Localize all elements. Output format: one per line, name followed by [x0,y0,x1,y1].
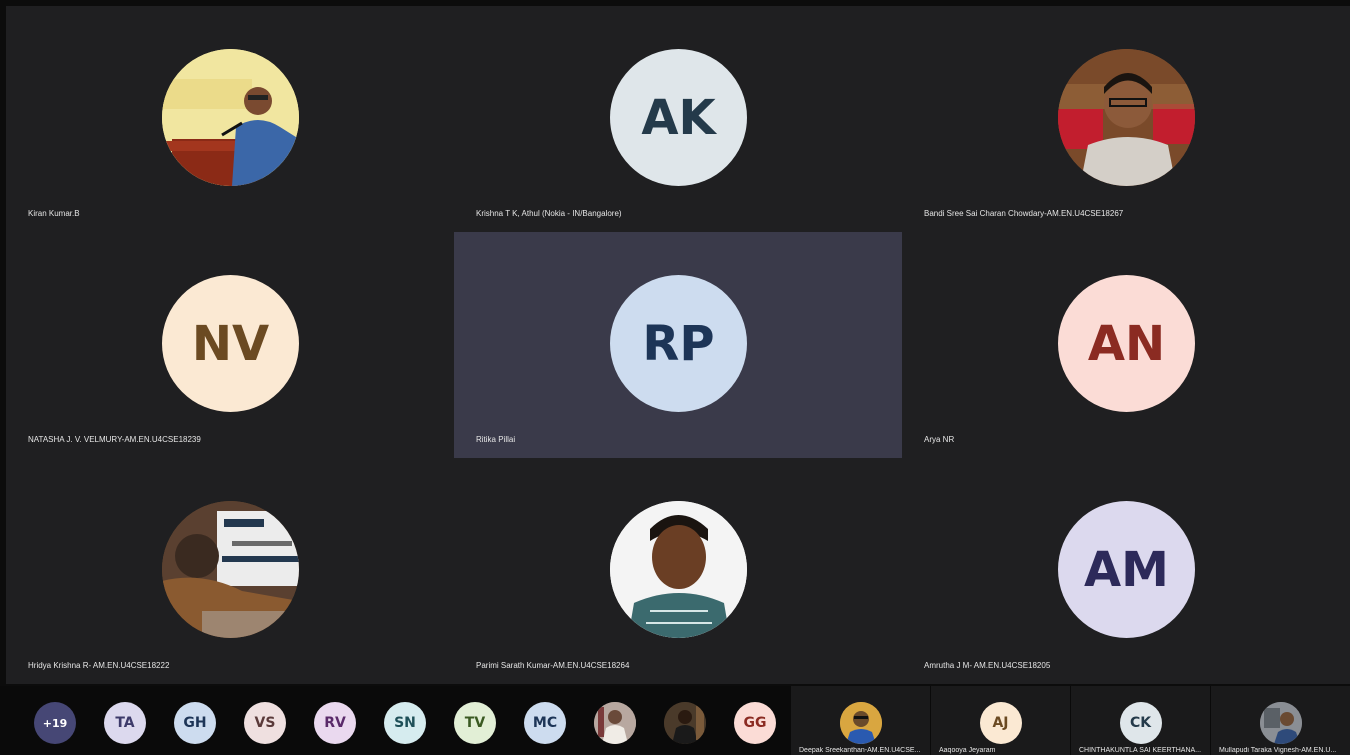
gallery-strip: Deepak Sreekanthan-AM.EN.U4CSE... AJ Aaq… [790,686,1350,755]
gallery-name: Deepak Sreekanthan-AM.EN.U4CSE... [799,747,921,754]
participant-strip: +19 TA GH VS RV SN TV MC GG Deepak Sreek… [0,686,1350,755]
participant-name: Bandi Sree Sai Charan Chowdary-AM.EN.U4C… [924,209,1124,218]
gallery-tile[interactable]: Mullapudi Taraka Vignesh-AM.EN.U... [1210,686,1350,755]
gallery-tile[interactable]: CK CHINTHAKUNTLA SAI KEERTHANA... [1070,686,1210,755]
portrait-photo-icon [1058,49,1195,186]
participant-tile[interactable]: Parimi Sarath Kumar-AM.EN.U4CSE18264 [454,458,902,684]
young-man-photo-icon [610,501,747,638]
roster-avatar[interactable]: TV [454,702,496,744]
roster-avatar[interactable]: GG [734,702,776,744]
more-participants-button[interactable]: +19 [34,702,76,744]
participant-tile-active-speaker[interactable]: RP Ritika Pillai [454,232,902,458]
roster-photo-icon [664,702,706,744]
participant-tile[interactable]: Kiran Kumar.B [6,6,454,232]
participant-tile[interactable]: AM Amrutha J M- AM.EN.U4CSE18205 [902,458,1350,684]
participant-name: Krishna T K, Athul (Nokia - IN/Bangalore… [476,209,622,218]
participant-name: Arya NR [924,435,955,444]
participant-name: Ritika Pillai [476,435,516,444]
gallery-tile[interactable]: AJ Aaqooya Jeyaram [930,686,1070,755]
participant-name: Amrutha J M- AM.EN.U4CSE18205 [924,661,1051,670]
roster-photo-avatar[interactable] [664,702,706,744]
participant-avatar: AM [1058,501,1195,638]
gallery-photo [1259,702,1302,744]
participant-avatar: NV [162,275,299,412]
gallery-photo-icon [839,702,882,744]
participant-tile[interactable]: Bandi Sree Sai Charan Chowdary-AM.EN.U4C… [902,6,1350,232]
participant-photo [162,501,299,638]
participant-avatar: RP [610,275,747,412]
participant-photo [162,49,299,186]
roster-avatar[interactable]: GH [174,702,216,744]
roster-avatar[interactable]: TA [104,702,146,744]
participant-name: Kiran Kumar.B [28,209,80,218]
participant-avatar: AN [1058,275,1195,412]
gallery-name: Mullapudi Taraka Vignesh-AM.EN.U... [1219,747,1337,754]
roster-avatar[interactable]: MC [524,702,566,744]
roster-photo-icon [594,702,636,744]
participant-tile[interactable]: NV NATASHA J. V. VELMURY-AM.EN.U4CSE1823… [6,232,454,458]
roster-photo-avatar[interactable] [594,702,636,744]
participant-name: Hridya Krishna R- AM.EN.U4CSE18222 [28,661,170,670]
participant-tile[interactable]: AK Krishna T K, Athul (Nokia - IN/Bangal… [454,6,902,232]
participant-tile[interactable]: AN Arya NR [902,232,1350,458]
participant-photo [610,501,747,638]
participant-grid: Kiran Kumar.B AK Krishna T K, Athul (Nok… [6,6,1350,684]
participant-photo [1058,49,1195,186]
gallery-avatar: CK [1119,702,1162,744]
participant-name: NATASHA J. V. VELMURY-AM.EN.U4CSE18239 [28,435,201,444]
roster-avatar[interactable]: RV [314,702,356,744]
gallery-avatar: AJ [979,702,1022,744]
roster-avatar[interactable]: SN [384,702,426,744]
participant-tile[interactable]: Hridya Krishna R- AM.EN.U4CSE18222 [6,458,454,684]
video-stage: Kiran Kumar.B AK Krishna T K, Athul (Nok… [0,0,1350,686]
speaker-photo-icon [162,49,299,186]
overflow-roster: +19 TA GH VS RV SN TV MC GG [0,686,790,755]
gallery-name: Aaqooya Jeyaram [939,747,996,754]
participant-name: Parimi Sarath Kumar-AM.EN.U4CSE18264 [476,661,630,670]
gallery-photo-icon [1259,702,1302,744]
banner-photo-icon [162,501,299,638]
gallery-name: CHINTHAKUNTLA SAI KEERTHANA... [1079,747,1202,754]
gallery-photo [839,702,882,744]
participant-avatar: AK [610,49,747,186]
gallery-tile[interactable]: Deepak Sreekanthan-AM.EN.U4CSE... [790,686,930,755]
roster-avatar[interactable]: VS [244,702,286,744]
